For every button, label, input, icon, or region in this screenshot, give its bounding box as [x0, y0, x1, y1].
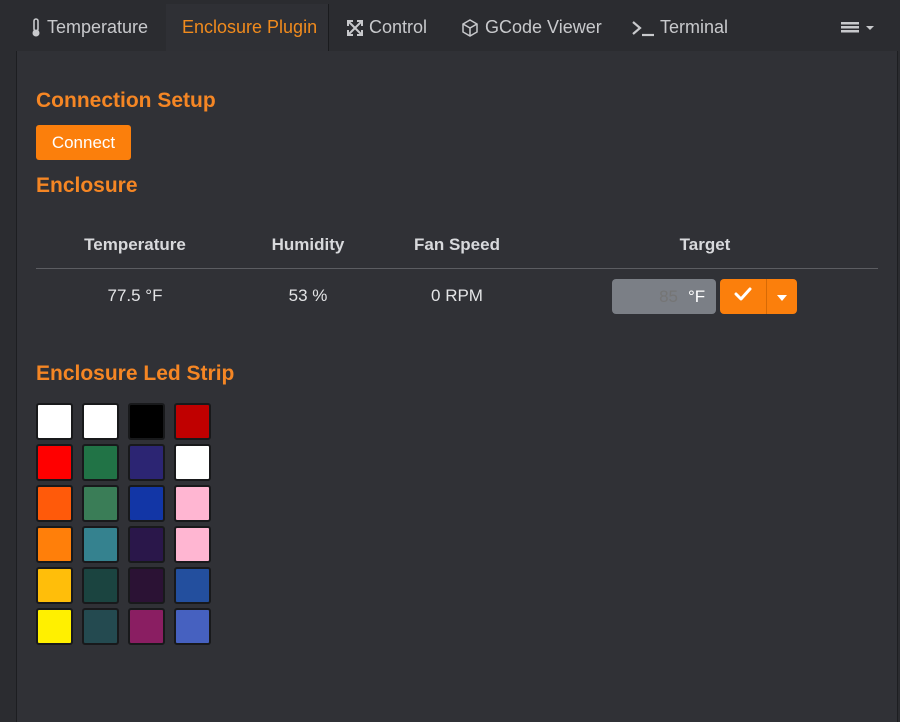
target-input-group: °F: [612, 279, 716, 314]
header-fan-speed: Fan Speed: [414, 235, 500, 254]
led-color-swatch[interactable]: [174, 567, 211, 604]
target-temperature-input[interactable]: [612, 279, 682, 314]
led-color-swatch[interactable]: [82, 403, 119, 440]
led-color-swatch[interactable]: [36, 608, 73, 645]
led-color-swatch[interactable]: [82, 608, 119, 645]
led-color-swatch[interactable]: [174, 526, 211, 563]
led-color-swatch[interactable]: [128, 444, 165, 481]
header-target: Target: [679, 235, 731, 254]
led-color-swatch[interactable]: [36, 567, 73, 604]
led-color-swatch[interactable]: [174, 444, 211, 481]
humidity-value: 53 %: [288, 286, 328, 305]
fan-speed-value: 0 RPM: [431, 286, 483, 305]
led-color-swatch[interactable]: [36, 444, 73, 481]
tab-label: Terminal: [660, 17, 729, 37]
led-color-palette: [36, 403, 211, 645]
led-color-swatch[interactable]: [128, 567, 165, 604]
tab-temperature[interactable]: Temperature: [30, 4, 148, 51]
led-color-swatch[interactable]: [128, 526, 165, 563]
tab-label: Enclosure Plugin: [182, 17, 318, 37]
led-color-swatch[interactable]: [174, 485, 211, 522]
tab-gcode-viewer[interactable]: GCode Viewer: [460, 4, 602, 51]
chevron-down-icon: [777, 288, 787, 306]
target-options-dropdown[interactable]: [767, 279, 797, 314]
led-color-swatch[interactable]: [174, 403, 211, 440]
check-icon: [734, 287, 752, 306]
tab-terminal[interactable]: Terminal: [631, 4, 728, 51]
tab-control[interactable]: Control: [346, 4, 427, 51]
apply-target-button[interactable]: [720, 279, 767, 314]
header-humidity: Humidity: [271, 235, 345, 254]
header-temperature: Temperature: [84, 235, 186, 254]
tab-label: Temperature: [47, 17, 149, 37]
led-color-swatch[interactable]: [82, 526, 119, 563]
tab-label: Control: [369, 17, 428, 37]
enclosure-title: Enclosure: [36, 174, 138, 197]
connection-setup-title: Connection Setup: [36, 89, 216, 112]
led-color-swatch[interactable]: [174, 608, 211, 645]
list-icon: [840, 20, 878, 36]
led-color-swatch[interactable]: [82, 485, 119, 522]
led-color-swatch[interactable]: [36, 485, 73, 522]
arrows-expand-icon: [346, 19, 364, 37]
led-color-swatch[interactable]: [82, 567, 119, 604]
led-color-swatch[interactable]: [128, 485, 165, 522]
terminal-icon: [631, 19, 655, 37]
tab-label: GCode Viewer: [485, 17, 602, 37]
led-color-swatch[interactable]: [128, 608, 165, 645]
target-unit: °F: [688, 286, 706, 306]
connect-button[interactable]: Connect: [36, 125, 131, 160]
led-color-swatch[interactable]: [128, 403, 165, 440]
led-color-swatch[interactable]: [82, 444, 119, 481]
led-strip-title: Enclosure Led Strip: [36, 362, 235, 385]
table-divider: [36, 268, 878, 269]
led-color-swatch[interactable]: [36, 526, 73, 563]
thermometer-icon: [30, 17, 42, 38]
led-color-swatch[interactable]: [36, 403, 73, 440]
temperature-value: 77.5 °F: [107, 286, 163, 305]
tab-enclosure-plugin[interactable]: Enclosure Plugin: [166, 4, 329, 51]
tab-overflow-menu[interactable]: [840, 4, 880, 51]
tab-bar: Temperature Enclosure Plugin Control GCo…: [0, 0, 900, 51]
cube-icon: [460, 18, 480, 38]
